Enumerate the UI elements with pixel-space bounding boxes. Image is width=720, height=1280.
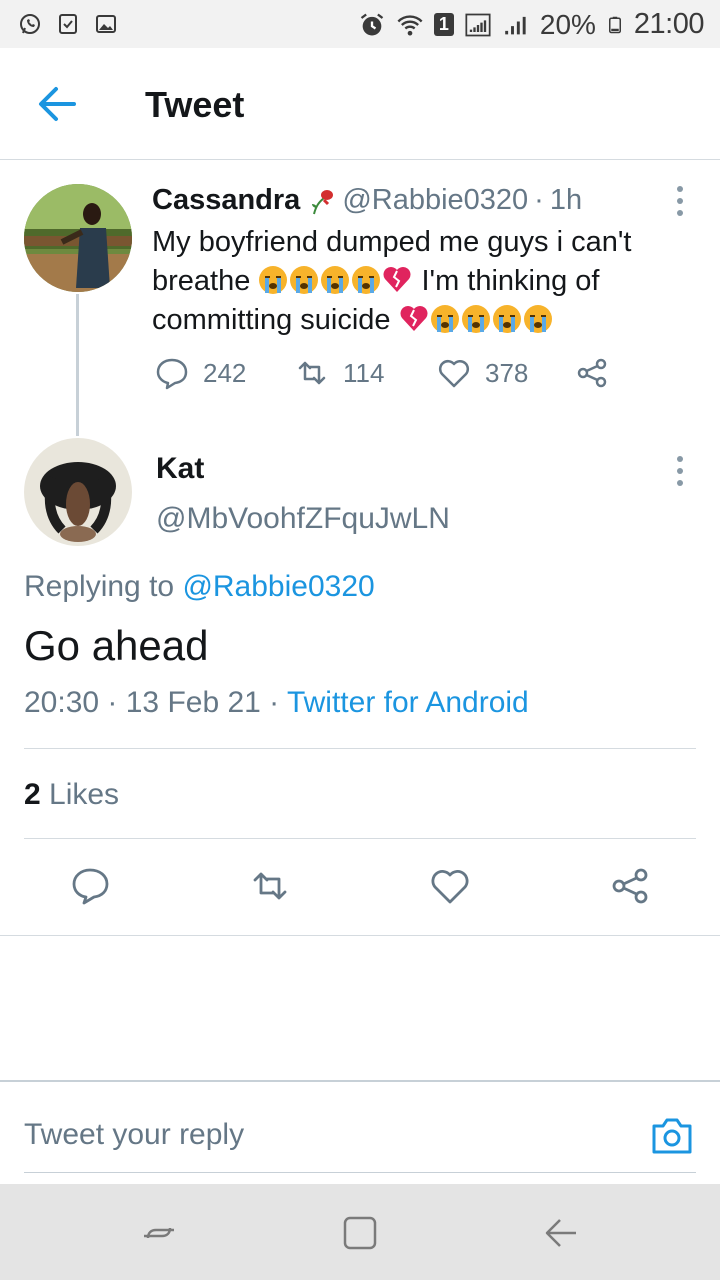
divider <box>0 935 720 936</box>
retweet-count: 114 <box>343 357 385 388</box>
retweet-action[interactable]: 114 <box>295 356 384 390</box>
replying-to: Replying to @Rabbie0320 <box>24 570 375 604</box>
wifi-icon <box>397 14 423 35</box>
tweet-date: 20:30 · 13 Feb 21 · <box>24 686 287 719</box>
crying-face-icon <box>492 305 521 333</box>
back-icon[interactable] <box>542 1214 580 1252</box>
reply-action[interactable]: 242 <box>155 356 246 390</box>
whatsapp-icon <box>20 14 40 34</box>
avatar[interactable] <box>24 438 132 546</box>
image-icon <box>96 15 116 33</box>
signal-bars-icon <box>505 16 526 34</box>
likes-summary[interactable]: 2 Likes <box>24 778 119 812</box>
heart-icon[interactable] <box>430 866 470 906</box>
more-options-icon[interactable] <box>670 184 690 218</box>
signal-icon <box>465 13 491 36</box>
arrow-left-icon[interactable] <box>34 84 78 124</box>
tweet-source-link[interactable]: Twitter for Android <box>287 686 529 719</box>
wilted-rose-icon <box>312 189 334 214</box>
reply-icon[interactable] <box>70 866 110 906</box>
crying-face-icon <box>321 266 350 294</box>
status-time: 21:00 <box>633 8 705 40</box>
tweet-text: My boyfriend dumped me guys i can't brea… <box>152 223 672 340</box>
divider <box>24 838 696 839</box>
home-icon[interactable] <box>341 1214 379 1252</box>
retweet-icon[interactable] <box>250 866 290 906</box>
reply-icon <box>156 358 188 390</box>
broken-heart-icon <box>383 267 411 292</box>
reply-text: Go ahead <box>24 622 209 669</box>
recent-apps-icon[interactable] <box>140 1214 178 1252</box>
reply-author-handle[interactable]: @MbVoohfZFquJwLN <box>156 502 450 536</box>
page-title: Tweet <box>145 84 245 125</box>
share-icon <box>577 358 607 388</box>
sim-badge: 1 <box>433 13 454 36</box>
reply-author-name[interactable]: Kat <box>156 452 204 486</box>
thread-line <box>76 294 79 436</box>
battery-icon <box>608 16 621 33</box>
crying-face-icon <box>461 305 490 333</box>
retweet-icon <box>298 361 326 385</box>
crying-face-icon <box>430 305 459 333</box>
author-handle[interactable]: @Rabbie0320 <box>342 184 528 217</box>
system-nav-bar <box>0 1184 720 1280</box>
broken-heart-icon <box>400 306 428 331</box>
likes-label: Likes <box>40 778 120 811</box>
replying-mention[interactable]: @Rabbie0320 <box>182 570 374 603</box>
tweet-actions: 242 114 378 <box>155 356 625 396</box>
crying-face-icon <box>523 305 552 333</box>
alarm-icon <box>360 13 384 35</box>
avatar[interactable] <box>24 184 132 292</box>
tweet-time: 1h <box>549 184 583 216</box>
battery-percent: 20% <box>539 8 596 40</box>
status-bar: 1 20% 21:00 <box>0 0 720 48</box>
reply-count: 242 <box>203 357 247 388</box>
author-name[interactable]: Cassandra <box>152 184 300 217</box>
like-action[interactable]: 378 <box>437 356 528 390</box>
tweet-meta: 20:30 · 13 Feb 21 · Twitter for Android <box>24 686 529 720</box>
input-underline <box>24 1172 696 1173</box>
tweet-author-row: Cassandra @Rabbie0320 · 1h <box>152 184 582 217</box>
separator: · <box>534 184 544 216</box>
heart-icon <box>438 359 470 388</box>
checkbox-icon <box>59 14 77 34</box>
share-icon[interactable] <box>610 866 650 906</box>
crying-face-icon <box>259 266 288 294</box>
like-count: 378 <box>485 357 529 388</box>
divider <box>24 748 696 749</box>
more-options-icon[interactable] <box>670 454 690 488</box>
reply-composer <box>0 1080 720 1184</box>
camera-icon[interactable] <box>650 1114 694 1156</box>
app-header: Tweet <box>0 48 720 160</box>
replying-prefix: Replying to <box>24 570 183 603</box>
crying-face-icon <box>290 266 319 294</box>
share-action[interactable] <box>575 356 609 390</box>
crying-face-icon <box>352 266 381 294</box>
likes-count: 2 <box>24 778 41 811</box>
reply-input[interactable] <box>24 1110 584 1160</box>
